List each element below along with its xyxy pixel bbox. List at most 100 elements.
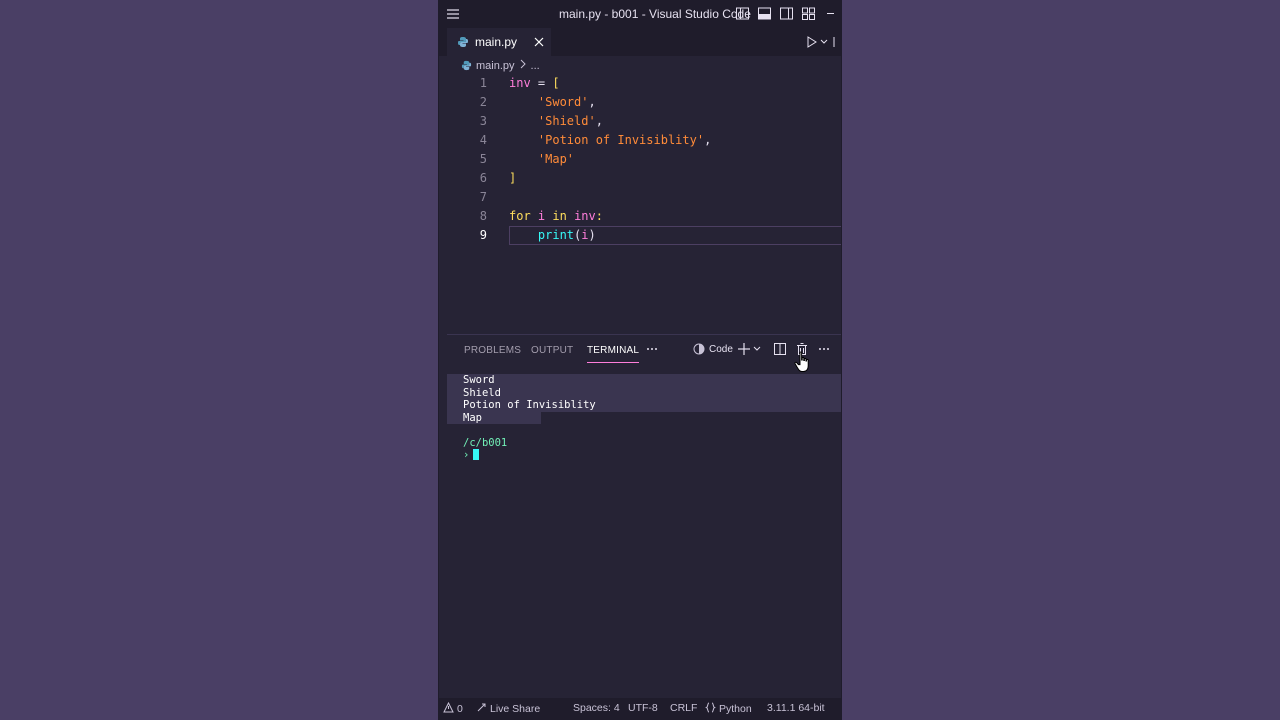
line-number: 8	[479, 209, 487, 223]
indentation-status[interactable]: Spaces: 4	[573, 702, 620, 714]
close-tab-icon[interactable]	[531, 34, 547, 50]
terminal-output-line: Potion of Invisiblity	[463, 399, 596, 411]
code-text: for i in inv:	[509, 207, 603, 226]
code-line[interactable]: 2 'Sword',	[439, 93, 841, 112]
bottom-panel: PROBLEMS OUTPUT TERMINAL Code Sword Shie…	[447, 334, 841, 698]
code-line[interactable]: 8 for i in inv:	[439, 207, 841, 226]
editor-tab-bar: main.py	[439, 28, 841, 56]
language-status[interactable]: Python	[704, 702, 752, 716]
problems-status[interactable]: 0	[443, 701, 463, 716]
live-share-status[interactable]: Live Share	[476, 702, 540, 716]
hamburger-menu-icon[interactable]	[445, 6, 461, 22]
interpreter-status[interactable]: 3.11.1 64-bit	[767, 702, 825, 714]
encoding-status[interactable]: UTF-8	[628, 702, 658, 714]
status-bar: 0 Live Share Spaces: 4 UTF-8 CRLF Python…	[439, 698, 841, 720]
code-line[interactable]: 4 'Potion of Invisiblity',	[439, 131, 841, 150]
warning-icon	[443, 701, 454, 716]
code-token: in	[552, 209, 567, 223]
terminal-prompt-line: ›	[463, 449, 841, 462]
live-share-label: Live Share	[490, 703, 541, 715]
toggle-secondary-sidebar-icon[interactable]	[779, 6, 794, 21]
breadcrumb-file[interactable]: main.py	[476, 60, 515, 72]
code-token: 'Potion of Invisiblity'	[537, 133, 705, 147]
terminal-output[interactable]: Sword Shield Potion of Invisiblity Map /c/b…	[447, 374, 841, 462]
code-line[interactable]: 1 inv = [	[439, 74, 841, 93]
vscode-window: main.py - b001 - Visual Studio Code main…	[438, 0, 842, 720]
line-number: 3	[479, 114, 487, 128]
split-terminal-icon[interactable]	[773, 342, 787, 359]
toggle-panel-icon[interactable]	[757, 6, 772, 21]
line-number: 4	[479, 133, 487, 147]
code-text: 'Potion of Invisiblity',	[509, 131, 711, 150]
python-file-icon	[457, 36, 469, 48]
run-python-file-icon[interactable]	[805, 34, 835, 50]
eol-status[interactable]: CRLF	[670, 702, 697, 714]
panel-tab-bar: PROBLEMS OUTPUT TERMINAL Code	[447, 335, 841, 365]
customize-layout-icon[interactable]	[801, 6, 816, 21]
breadcrumb: main.py ...	[461, 59, 540, 72]
code-text: inv = [	[509, 74, 560, 93]
braces-icon	[704, 702, 717, 716]
problems-count: 0	[457, 703, 463, 715]
code-line[interactable]: 3 'Shield',	[439, 112, 841, 131]
code-text: print(i)	[509, 226, 596, 245]
language-label: Python	[719, 703, 752, 715]
new-terminal-icon[interactable]	[737, 342, 763, 359]
code-token: 'Map'	[537, 152, 575, 166]
terminal-cursor	[473, 449, 480, 460]
terminal-profile-icon	[692, 342, 706, 359]
line-number: 2	[479, 95, 487, 109]
code-token: :	[595, 209, 603, 223]
code-token: =	[530, 76, 553, 90]
title-bar: main.py - b001 - Visual Studio Code	[439, 0, 841, 28]
tab-terminal[interactable]: TERMINAL	[587, 345, 640, 363]
code-token: print	[537, 228, 575, 242]
breadcrumb-more[interactable]: ...	[531, 60, 540, 72]
code-line[interactable]: 6]	[439, 169, 841, 188]
terminal-output-line: Shield	[463, 386, 501, 399]
tab-main-py[interactable]: main.py	[447, 28, 551, 56]
live-share-icon	[476, 702, 487, 716]
tab-label: main.py	[475, 35, 518, 49]
code-token: i	[581, 228, 589, 242]
code-token: 'Shield'	[537, 114, 596, 128]
minimize-icon[interactable]	[823, 6, 838, 21]
toggle-sidebar-icon[interactable]	[735, 6, 750, 21]
code-text: ]	[509, 169, 516, 188]
code-token: ]	[509, 171, 517, 185]
terminal-profile-label[interactable]: Code	[709, 344, 733, 355]
window-title: main.py - b001 - Visual Studio Code	[559, 7, 751, 21]
line-number: 5	[479, 152, 487, 166]
line-number: 6	[479, 171, 487, 185]
code-token: ,	[595, 114, 603, 128]
more-actions-icon[interactable]	[817, 342, 831, 359]
code-editor[interactable]: 1 inv = [2 'Sword', 3 'Shield', 4 'Potion o…	[439, 74, 841, 334]
chevron-right-icon	[519, 59, 527, 72]
terminal-path: /c/b001	[463, 436, 508, 449]
code-token: [	[552, 76, 560, 90]
terminal-output-line: Map	[463, 411, 482, 424]
terminal-prompt: ›	[463, 449, 470, 461]
code-text: 'Shield',	[509, 112, 603, 131]
code-token: inv	[574, 209, 596, 223]
more-views-icon[interactable]	[645, 342, 659, 359]
python-file-icon	[461, 60, 472, 71]
line-number: 7	[479, 190, 487, 204]
hand-pointer-icon	[794, 351, 812, 373]
tab-problems[interactable]: PROBLEMS	[464, 345, 521, 356]
line-number: 9	[479, 228, 487, 242]
tab-output[interactable]: OUTPUT	[531, 345, 573, 356]
code-line[interactable]: 9 print(i)	[439, 226, 841, 245]
code-token: ,	[588, 95, 596, 109]
code-token: ,	[704, 133, 712, 147]
code-token: 'Sword'	[537, 95, 589, 109]
terminal-output-line: Sword	[463, 374, 495, 386]
code-line[interactable]: 7	[439, 188, 841, 207]
code-line[interactable]: 5 'Map'	[439, 150, 841, 169]
